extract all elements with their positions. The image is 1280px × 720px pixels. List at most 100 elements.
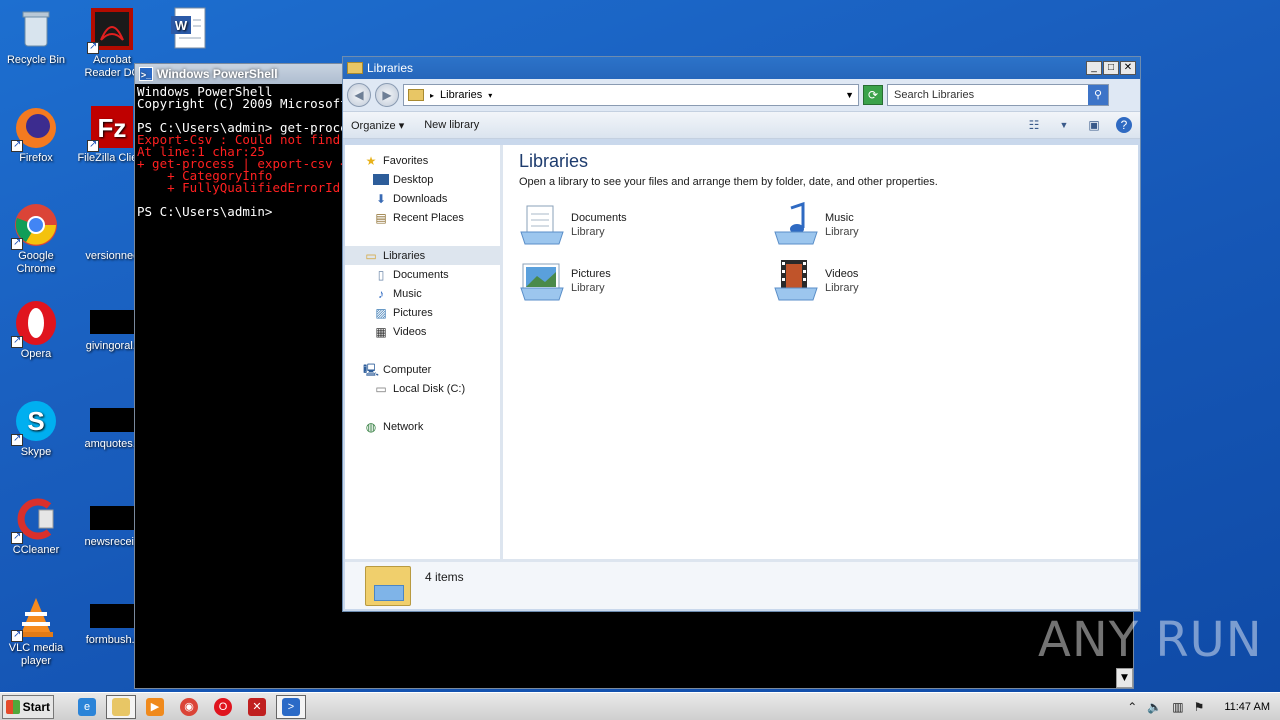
pictures-icon: ▨ [375, 305, 387, 320]
network-tray-icon[interactable]: ▥ [1172, 700, 1183, 714]
nav-music[interactable]: ♪ Music [345, 284, 500, 303]
nav-pictures[interactable]: ▨ Pictures [345, 303, 500, 322]
refresh-button[interactable]: ⟳ [863, 85, 883, 105]
nav-desktop[interactable]: Desktop [345, 170, 500, 189]
desktop-icon-word-document[interactable]: W [152, 6, 224, 54]
vlc-icon [11, 594, 59, 642]
start-button[interactable]: Start [2, 694, 54, 719]
nav-local-disk[interactable]: ▭ Local Disk (C:) [345, 379, 500, 398]
desktop-icon-label: amquotes.r [84, 438, 140, 450]
explorer-title: Libraries [367, 61, 414, 75]
help-icon[interactable]: ? [1116, 117, 1132, 133]
search-icon[interactable]: ⚲ [1088, 85, 1108, 105]
system-tray: ⌃ 🔈 ▥ ⚑ 11:47 AM [1127, 700, 1278, 714]
ccleaner-icon [11, 496, 59, 544]
breadcrumb-libraries[interactable]: Libraries [440, 89, 482, 101]
taskbar: Start e ▶ ◉ O ✕ > ⌃ 🔈 ▥ ⚑ 11:47 AM [0, 692, 1280, 720]
back-button[interactable]: ◀ [347, 83, 371, 107]
libraries-large-icon [365, 565, 411, 606]
address-bar-row: ◀ ▶ ▸ Libraries ▾ ▼ ⟳ Search Libraries ⚲ [343, 79, 1140, 111]
firefox-icon [11, 104, 59, 152]
taskbar-internet-explorer[interactable]: e [72, 695, 102, 719]
desktop-icon-vlc[interactable]: VLC media player [0, 594, 72, 668]
internet-explorer-icon: e [78, 697, 96, 716]
page-title: Libraries [519, 151, 589, 171]
library-name: Pictures [571, 268, 611, 280]
minimize-button[interactable]: _ [1086, 61, 1102, 75]
address-bar[interactable]: ▸ Libraries ▾ ▼ [403, 84, 859, 106]
local-disk-icon: ▭ [375, 381, 387, 396]
forward-button[interactable]: ▶ [375, 83, 399, 107]
page-description: Open a library to see your files and arr… [519, 176, 938, 188]
action-center-flag-icon[interactable]: ⚑ [1194, 700, 1205, 714]
nav-favorites[interactable]: ★ Favorites [345, 151, 500, 170]
desktop-icon-opera[interactable]: Opera [0, 300, 72, 361]
command-bar: Organize ▾ New library ☷ ▼ ▣ ? [343, 111, 1140, 139]
desktop-icon-label: Acrobat Reader DC [84, 54, 140, 79]
downloads-icon: ⬇ [375, 191, 387, 206]
explorer-window[interactable]: Libraries _ □ ✕ ◀ ▶ ▸ Libraries ▾ ▼ ⟳ Se… [342, 56, 1141, 612]
breadcrumb-arrow-icon: ▸ [430, 90, 435, 100]
nav-recent-places[interactable]: ▤ Recent Places [345, 208, 500, 227]
scroll-down-button[interactable]: ▼ [1116, 668, 1133, 688]
nav-computer[interactable]: 🖳 Computer [345, 360, 500, 379]
pictures-library-icon [519, 258, 565, 304]
desktop-icon-skype[interactable]: S Skype [0, 398, 72, 459]
nav-network[interactable]: ◍ Network [345, 417, 500, 436]
desktop-icon-label: Firefox [19, 152, 53, 164]
computer-icon: 🖳 [363, 362, 380, 377]
desktop-icon-firefox[interactable]: Firefox [0, 104, 72, 165]
desktop-icon-label: givingoral.j [85, 340, 139, 352]
nav-libraries[interactable]: ▭ Libraries [345, 246, 500, 265]
taskbar-explorer[interactable] [106, 694, 136, 719]
nav-downloads[interactable]: ⬇ Downloads [345, 189, 500, 208]
search-input[interactable]: Search Libraries ⚲ [887, 84, 1109, 106]
taskbar-media-player[interactable]: ▶ [140, 695, 170, 719]
word-document-icon: W [165, 6, 211, 52]
library-documents[interactable]: Documents Library [519, 202, 773, 248]
acrobat-icon [87, 6, 135, 54]
folder-icon [347, 62, 363, 74]
volume-icon[interactable]: 🔈 [1147, 700, 1162, 714]
clock[interactable]: 11:47 AM [1224, 701, 1270, 713]
library-name: Music [825, 212, 854, 224]
powershell-icon: >_ [139, 67, 153, 81]
explorer-titlebar[interactable]: Libraries _ □ ✕ [343, 57, 1140, 79]
tray-expand-icon[interactable]: ⌃ [1127, 700, 1137, 714]
view-dropdown-icon[interactable]: ▼ [1056, 118, 1072, 132]
new-library-button[interactable]: New library [424, 119, 479, 131]
taskbar-opera[interactable]: O [208, 695, 238, 719]
desktop-icon-label: Recycle Bin [6, 54, 66, 66]
desktop-icon-chrome[interactable]: Google Chrome [0, 202, 72, 276]
media-player-icon: ▶ [146, 697, 164, 716]
recycle-bin-icon [13, 6, 59, 52]
library-pictures[interactable]: Pictures Library [519, 258, 773, 304]
change-view-icon[interactable]: ☷ [1026, 118, 1042, 132]
library-name: Videos [825, 268, 859, 280]
taskbar-powershell[interactable]: > [276, 694, 306, 719]
breadcrumb-dropdown-icon[interactable]: ▾ [488, 91, 492, 100]
desktop-icon-label: VLC media player [8, 642, 64, 667]
videos-icon: ▦ [375, 324, 387, 339]
desktop-icon-recycle-bin[interactable]: Recycle Bin [0, 6, 72, 67]
content-pane: Libraries Open a library to see your fil… [503, 145, 1138, 559]
organize-button[interactable]: Organize ▾ [351, 119, 404, 132]
svg-text:S: S [27, 406, 44, 436]
svg-text:Fz: Fz [98, 113, 127, 143]
nav-videos[interactable]: ▦ Videos [345, 322, 500, 341]
close-button[interactable]: ✕ [1120, 61, 1136, 75]
address-history-dropdown[interactable]: ▼ [845, 90, 854, 100]
taskbar-chrome[interactable]: ◉ [174, 695, 204, 719]
maximize-button[interactable]: □ [1103, 61, 1119, 75]
preview-pane-icon[interactable]: ▣ [1086, 118, 1102, 132]
desktop-icon-ccleaner[interactable]: CCleaner [0, 496, 72, 557]
taskbar-app-red[interactable]: ✕ [242, 695, 272, 719]
library-videos[interactable]: Videos Library [773, 258, 1027, 304]
library-type: Library [825, 226, 859, 238]
desktop-icon [373, 174, 389, 185]
library-type: Library [571, 226, 605, 238]
powershell-icon: > [282, 697, 300, 716]
nav-documents[interactable]: ▯ Documents [345, 265, 500, 284]
libraries-icon: ▭ [365, 248, 377, 263]
library-music[interactable]: Music Library [773, 201, 1027, 248]
